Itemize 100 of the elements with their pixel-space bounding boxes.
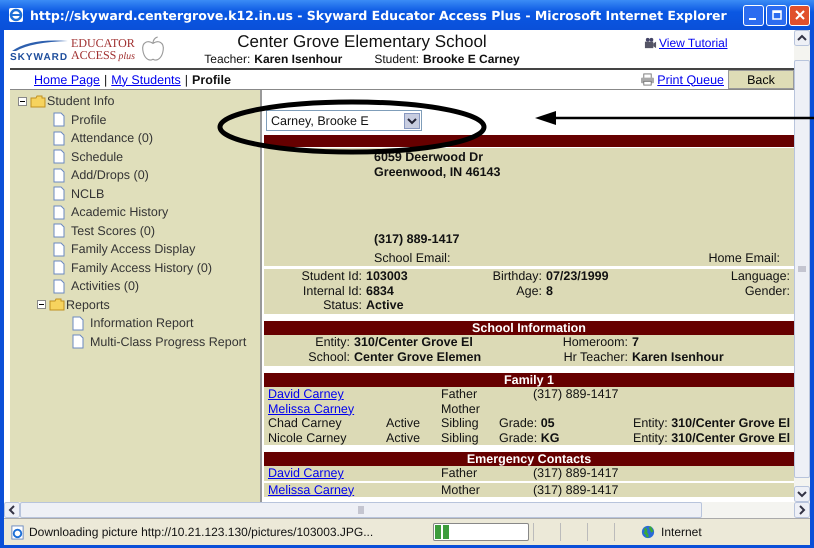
- document-icon: [53, 149, 65, 164]
- collapse-icon[interactable]: [37, 300, 46, 310]
- document-icon: [53, 130, 65, 146]
- separator: |: [104, 72, 108, 86]
- tree-item[interactable]: Schedule: [71, 150, 124, 164]
- tree-item[interactable]: Attendance (0): [71, 131, 153, 146]
- nav-link[interactable]: Home Page: [34, 72, 100, 86]
- section-header: School Information: [264, 321, 794, 335]
- person-link[interactable]: Melissa Carney: [268, 482, 386, 497]
- status-text: Downloading picture http://10.21.123.130/pictures/103003.JPG...: [29, 525, 374, 539]
- minimize-icon: [748, 18, 756, 20]
- document-icon: [53, 168, 65, 183]
- teacher-label: Teacher:: [204, 52, 250, 66]
- field-value: 07/23/1999: [546, 269, 610, 284]
- minimize-button[interactable]: [743, 4, 764, 26]
- field-value: 103003: [366, 269, 409, 284]
- relation-text: Father: [441, 466, 478, 480]
- section-header: Family 1: [264, 373, 794, 387]
- tree-item[interactable]: Multi-Class Progress Report: [90, 334, 246, 349]
- home-email-label: Home Email:: [708, 251, 780, 265]
- scroll-down-icon[interactable]: [794, 486, 810, 502]
- scroll-right-icon[interactable]: [794, 502, 810, 518]
- status-text: Active: [386, 416, 420, 430]
- document-icon: [72, 316, 84, 331]
- scroll-up-icon[interactable]: [794, 30, 810, 46]
- field-label: Entity:: [314, 335, 350, 350]
- close-icon: [794, 10, 804, 20]
- person-link[interactable]: David Carney: [268, 387, 386, 402]
- tree-item[interactable]: NCLB: [71, 186, 104, 201]
- scroll-thumb[interactable]: [20, 502, 702, 518]
- person-name: Chad Carney: [268, 416, 343, 430]
- tree-item[interactable]: Reports: [66, 298, 110, 312]
- tree-item[interactable]: Family Access History (0): [71, 260, 212, 275]
- tree-item[interactable]: Activities (0): [71, 279, 140, 294]
- logo: SKYWARD EDUCATOR ACCESS plus: [10, 35, 200, 63]
- field-label: Gender:: [744, 284, 790, 298]
- print-queue-link[interactable]: Print Queue: [657, 72, 724, 86]
- maximize-icon: [772, 10, 782, 20]
- page-icon: [10, 524, 25, 540]
- horizontal-scrollbar[interactable]: [4, 502, 810, 518]
- document-icon: [53, 278, 65, 294]
- status-text: Active: [386, 430, 420, 444]
- zone-label: Internet: [661, 525, 702, 539]
- tree-item[interactable]: Academic History: [71, 205, 168, 220]
- relation-text: Sibling: [441, 430, 480, 445]
- phone-number: (317) 889-1417: [374, 232, 460, 246]
- field-label: Entity:: [633, 430, 668, 444]
- phone-number: (317) 889-1417: [532, 387, 618, 401]
- tree-item[interactable]: Test Scores (0): [71, 224, 156, 238]
- document-icon: [53, 204, 65, 220]
- student-label: Student:: [374, 52, 420, 66]
- view-tutorial-link[interactable]: View Tutorial: [659, 36, 728, 50]
- field-label: Entity:: [633, 416, 668, 430]
- camera-icon: [644, 36, 657, 50]
- field-value: 8: [546, 284, 554, 298]
- tree-item[interactable]: Family Access Display: [71, 242, 196, 256]
- grip-icon: [798, 266, 806, 272]
- school-name: Center Grove Elementary School: [237, 32, 487, 52]
- tree-item[interactable]: Profile: [71, 112, 106, 127]
- section-header: Emergency Contacts: [264, 452, 794, 466]
- school-email-label: School Email:: [374, 251, 450, 265]
- maximize-button[interactable]: [766, 4, 787, 26]
- grip-icon: [358, 506, 364, 514]
- document-icon: [53, 223, 65, 238]
- document-icon: [53, 112, 65, 128]
- document-icon: [53, 242, 65, 257]
- field-value: 310/Center Grove El: [671, 430, 790, 444]
- back-button[interactable]: Back: [728, 70, 794, 89]
- close-button[interactable]: [789, 4, 810, 26]
- scroll-left-icon[interactable]: [4, 502, 20, 518]
- person-link[interactable]: Melissa Carney: [268, 402, 386, 416]
- tree-item[interactable]: Student Info: [47, 94, 114, 108]
- field-label: Homeroom:: [562, 335, 628, 350]
- field-label: Internal Id:: [302, 284, 362, 298]
- relation-text: Sibling: [441, 416, 480, 430]
- folder-icon: [49, 298, 65, 312]
- separator: |: [184, 72, 188, 86]
- field-label: School:: [307, 350, 350, 365]
- document-icon: [53, 260, 65, 276]
- relation-text: Mother: [441, 482, 481, 497]
- teacher-name: Karen Isenhour: [254, 52, 342, 66]
- relation-text: Father: [441, 387, 478, 402]
- field-value: 7: [632, 335, 640, 350]
- person-link[interactable]: David Carney: [268, 466, 386, 480]
- field-label: Birthday:: [492, 269, 542, 284]
- document-icon: [72, 334, 84, 350]
- field-label: Hr Teacher:: [562, 350, 628, 365]
- field-label: Status:: [322, 298, 362, 312]
- tree-item[interactable]: Information Report: [90, 316, 194, 330]
- nav-link[interactable]: My Students: [111, 72, 181, 86]
- field-value: 6834: [366, 284, 395, 298]
- field-label: Grade:: [499, 430, 538, 444]
- student-dropdown[interactable]: Carney, Brooke E: [266, 110, 422, 131]
- window-title: http://skyward.centergrove.k12.in.us - Skyward Educator Access Plus - Microsoft Internet Explorer: [30, 8, 728, 22]
- field-label: Student Id:: [300, 269, 362, 284]
- tree-item[interactable]: Add/Drops (0): [71, 168, 149, 182]
- field-value: KG: [540, 430, 560, 444]
- collapse-icon[interactable]: [18, 96, 27, 106]
- field-label: Grade:: [499, 416, 538, 430]
- field-value: Center Grove Elemen: [354, 350, 482, 365]
